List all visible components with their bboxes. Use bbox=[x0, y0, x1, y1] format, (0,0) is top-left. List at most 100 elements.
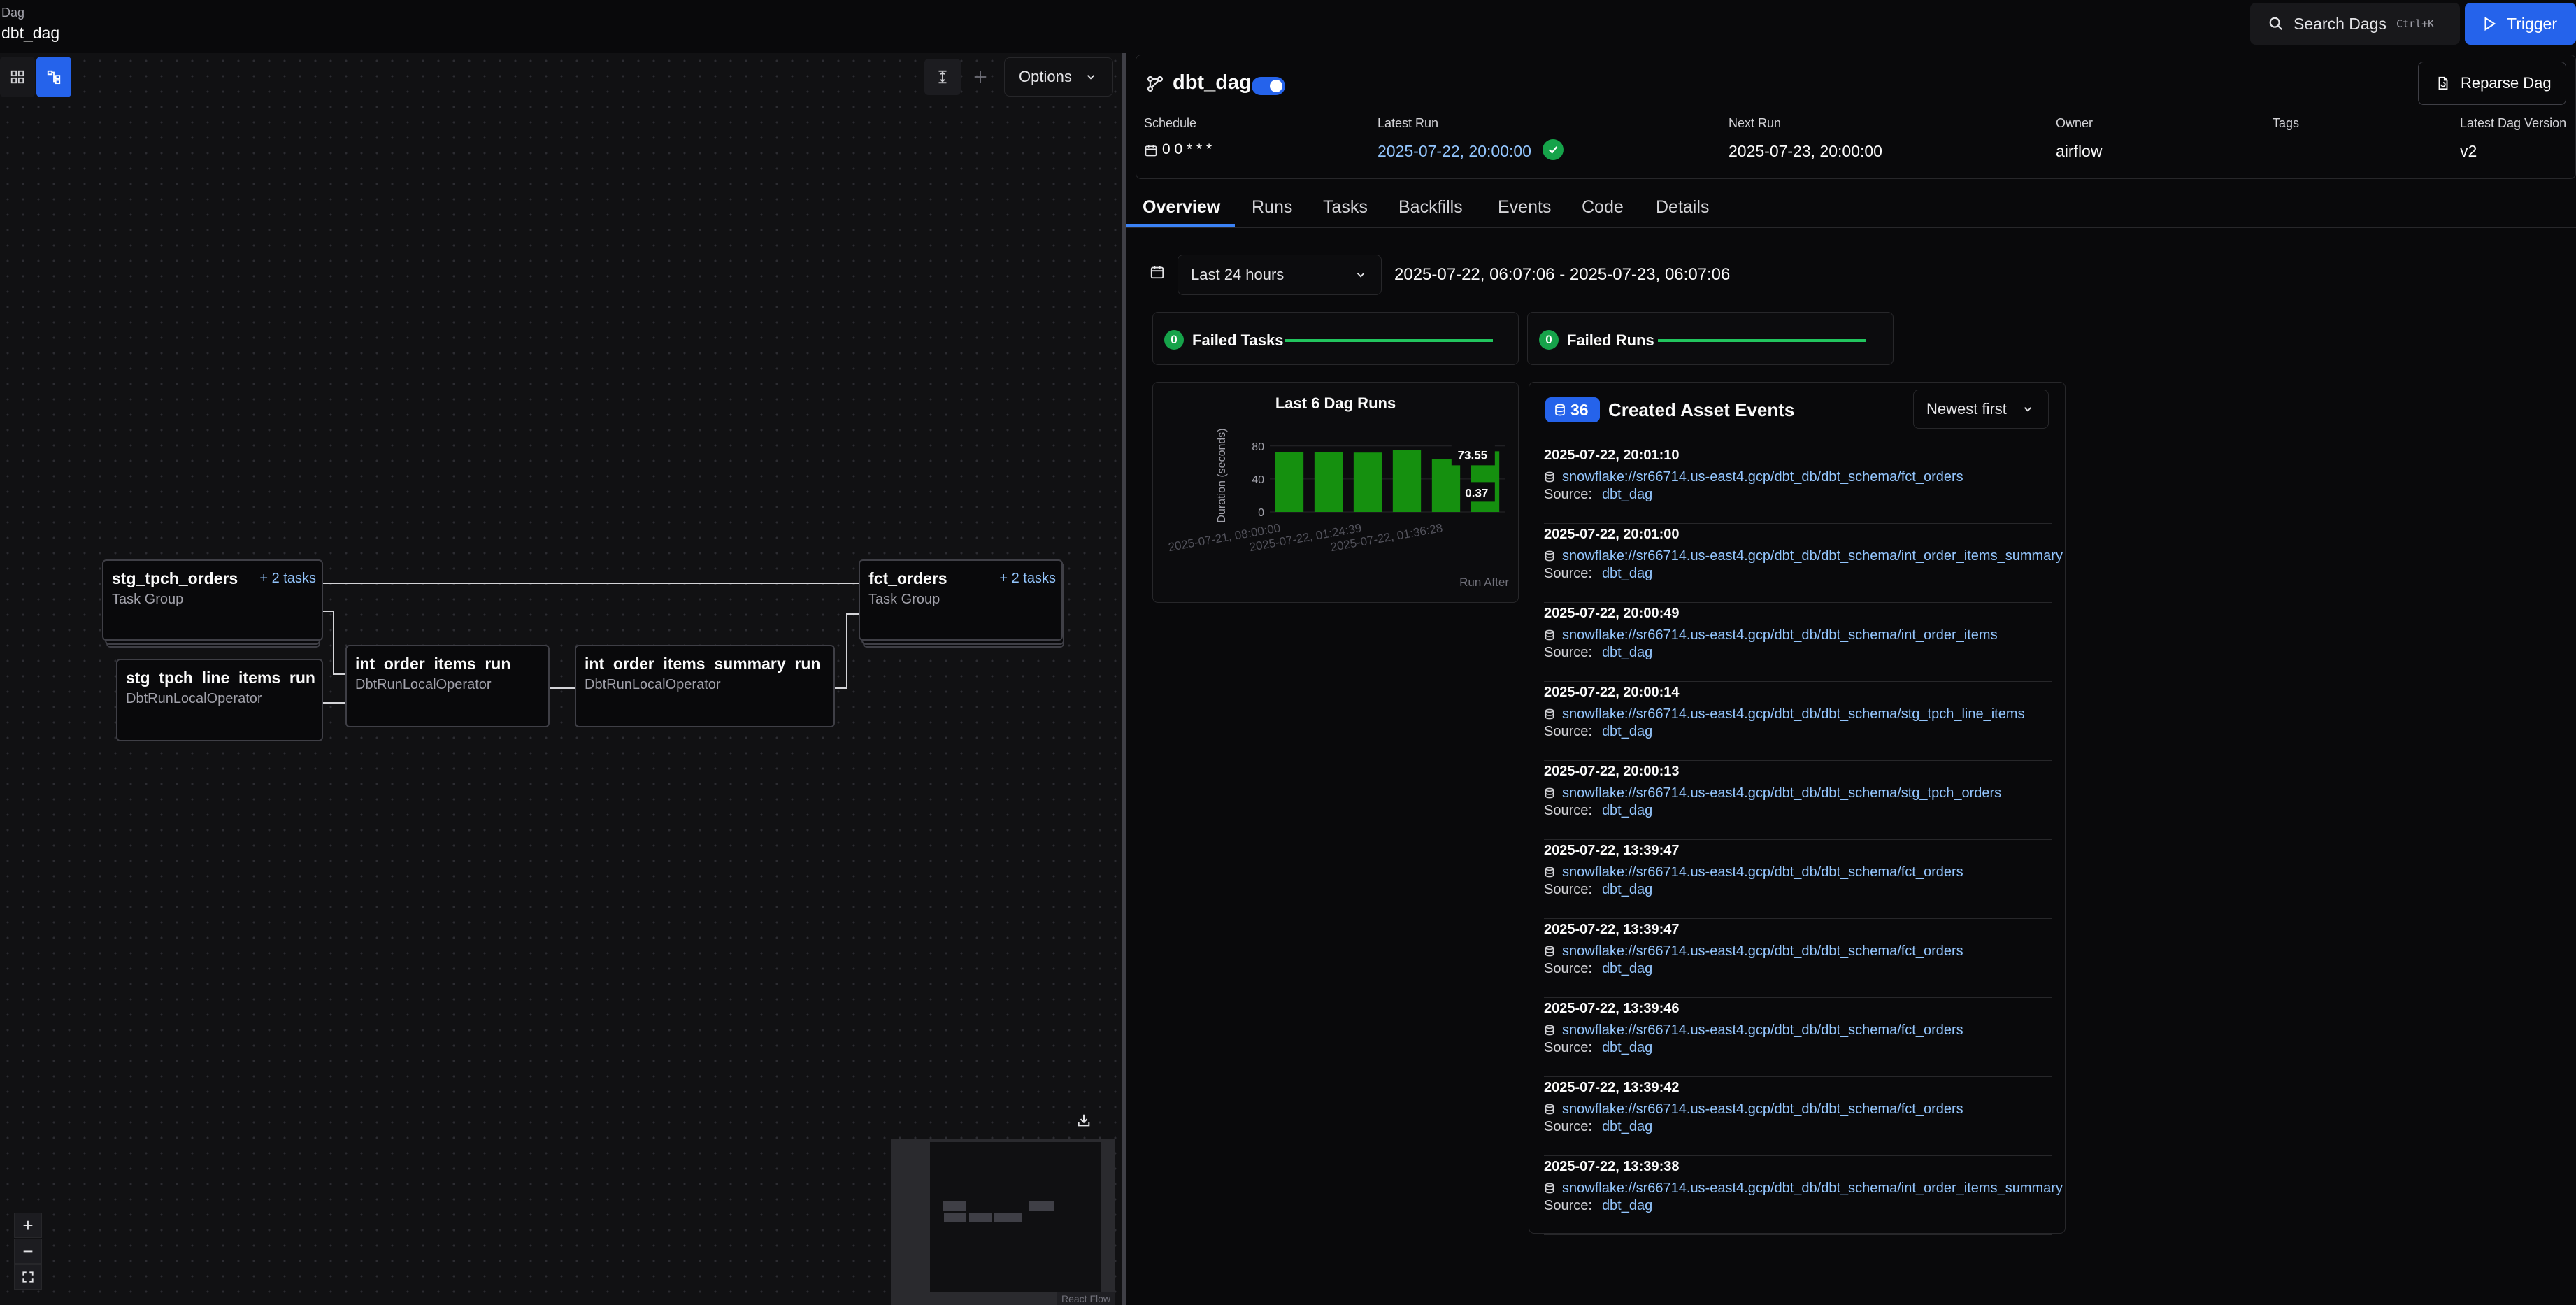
node-int-order-items-run[interactable]: int_order_items_run DbtRunLocalOperator bbox=[345, 645, 550, 727]
asset-uri[interactable]: snowflake://sr66714.us-east4.gcp/dbt_db/… bbox=[1562, 1022, 1963, 1039]
graph-view-button[interactable] bbox=[36, 57, 71, 97]
source-dag-link[interactable]: dbt_dag bbox=[1602, 566, 1652, 581]
zoom-out-button[interactable]: − bbox=[14, 1239, 42, 1264]
failed-tasks-card[interactable]: 0 Failed Tasks bbox=[1152, 312, 1519, 365]
asset-uri[interactable]: snowflake://sr66714.us-east4.gcp/dbt_db/… bbox=[1562, 785, 2001, 801]
latest-run-link[interactable]: 2025-07-22, 20:00:00 bbox=[1378, 142, 1531, 161]
asset-uri-link[interactable]: snowflake://sr66714.us-east4.gcp/dbt_db/… bbox=[1544, 1099, 2052, 1119]
chart-bar bbox=[1353, 452, 1382, 512]
asset-uri-link[interactable]: snowflake://sr66714.us-east4.gcp/dbt_db/… bbox=[1544, 1020, 2052, 1040]
database-icon bbox=[1545, 1183, 1554, 1194]
tab-overview[interactable]: Overview bbox=[1143, 197, 1220, 218]
node-type: DbtRunLocalOperator bbox=[355, 677, 492, 692]
asset-uri[interactable]: snowflake://sr66714.us-east4.gcp/dbt_db/… bbox=[1562, 943, 1963, 960]
search-dags-button[interactable]: Search Dags Ctrl+K bbox=[2250, 3, 2460, 45]
failed-runs-card[interactable]: 0 Failed Runs bbox=[1527, 312, 1894, 365]
tab-events[interactable]: Events bbox=[1498, 197, 1551, 218]
asset-uri-link[interactable]: snowflake://sr66714.us-east4.gcp/dbt_db/… bbox=[1544, 625, 2052, 645]
failed-runs-label: Failed Runs bbox=[1567, 331, 1654, 349]
breadcrumb-section[interactable]: Dag bbox=[1, 6, 24, 20]
asset-uri-link[interactable]: snowflake://sr66714.us-east4.gcp/dbt_db/… bbox=[1544, 862, 2052, 882]
edge-line-items-to-int bbox=[323, 702, 345, 704]
download-icon bbox=[1078, 1114, 1090, 1127]
next-run-label: Next Run bbox=[1729, 116, 1782, 130]
asset-uri[interactable]: snowflake://sr66714.us-east4.gcp/dbt_db/… bbox=[1562, 1181, 2063, 1197]
asset-uri[interactable]: snowflake://sr66714.us-east4.gcp/dbt_db/… bbox=[1562, 706, 2025, 722]
options-button[interactable]: Options bbox=[1004, 57, 1113, 97]
pause-toggle[interactable] bbox=[1252, 77, 1285, 95]
zoom-in-label: + bbox=[22, 1214, 34, 1236]
time-range-select[interactable]: Last 24 hours bbox=[1178, 255, 1382, 295]
react-flow-attribution[interactable]: React Flow bbox=[1057, 1292, 1115, 1305]
source-label: Source: bbox=[1544, 724, 1592, 739]
source-label: Source: bbox=[1544, 487, 1592, 502]
reparse-label: Reparse Dag bbox=[2461, 74, 2552, 92]
vertical-layout-button[interactable] bbox=[924, 59, 961, 95]
tab-details[interactable]: Details bbox=[1656, 197, 1709, 218]
horizontal-layout-button[interactable] bbox=[964, 59, 997, 95]
source-dag-link[interactable]: dbt_dag bbox=[1602, 1198, 1652, 1213]
move-icon bbox=[974, 71, 987, 83]
reparse-dag-button[interactable]: Reparse Dag bbox=[2418, 62, 2566, 105]
tab-tasks[interactable]: Tasks bbox=[1323, 197, 1368, 218]
expand-group-link[interactable]: + 2 tasks bbox=[259, 571, 316, 587]
version-value: v2 bbox=[2460, 142, 2477, 160]
asset-uri[interactable]: snowflake://sr66714.us-east4.gcp/dbt_db/… bbox=[1562, 864, 1963, 880]
source-dag-link[interactable]: dbt_dag bbox=[1602, 1119, 1652, 1134]
tab-backfills[interactable]: Backfills bbox=[1398, 197, 1463, 218]
tab-runs[interactable]: Runs bbox=[1252, 197, 1292, 218]
source-dag-link[interactable]: dbt_dag bbox=[1602, 724, 1652, 739]
y-tick-label: 0 bbox=[1258, 507, 1264, 519]
event-source: Source: dbt_dag bbox=[1544, 1198, 2052, 1218]
source-dag-link[interactable]: dbt_dag bbox=[1602, 1040, 1652, 1055]
event-timestamp: 2025-07-22, 20:00:13 bbox=[1544, 764, 1680, 779]
node-int-order-items-summary-run[interactable]: int_order_items_summary_run DbtRunLocalO… bbox=[575, 645, 835, 727]
owner-value[interactable]: airflow bbox=[2056, 142, 2102, 161]
source-dag-link[interactable]: dbt_dag bbox=[1602, 961, 1652, 976]
event-source: Source: dbt_dag bbox=[1544, 961, 2052, 980]
x-axis-label: Run After bbox=[1459, 576, 1509, 589]
owner-label: Owner bbox=[2056, 116, 2094, 130]
trigger-button[interactable]: Trigger bbox=[2465, 3, 2576, 45]
tab-code[interactable]: Code bbox=[1582, 197, 1624, 218]
y-tick-label: 80 bbox=[1252, 441, 1264, 453]
source-dag-link[interactable]: dbt_dag bbox=[1602, 803, 1652, 818]
chart-bar bbox=[1431, 459, 1461, 512]
sort-order-select[interactable]: Newest first bbox=[1913, 390, 2049, 429]
edge-to-fct bbox=[846, 613, 859, 615]
failed-runs-sparkline bbox=[1658, 339, 1866, 342]
asset-uri-link[interactable]: snowflake://sr66714.us-east4.gcp/dbt_db/… bbox=[1544, 783, 2052, 803]
asset-uri-link[interactable]: snowflake://sr66714.us-east4.gcp/dbt_db/… bbox=[1544, 704, 2052, 724]
calendar-icon bbox=[1145, 145, 1157, 157]
zoom-in-button[interactable]: + bbox=[14, 1213, 42, 1238]
grid-view-button[interactable] bbox=[0, 57, 35, 97]
asset-uri-link[interactable]: snowflake://sr66714.us-east4.gcp/dbt_db/… bbox=[1544, 546, 2063, 566]
minimap-node bbox=[943, 1201, 966, 1211]
asset-uri[interactable]: snowflake://sr66714.us-east4.gcp/dbt_db/… bbox=[1562, 548, 2063, 564]
asset-uri-link[interactable]: snowflake://sr66714.us-east4.gcp/dbt_db/… bbox=[1544, 941, 2052, 961]
source-dag-link[interactable]: dbt_dag bbox=[1602, 882, 1652, 897]
node-stg-tpch-orders[interactable]: stg_tpch_orders Task Group + 2 tasks bbox=[102, 559, 323, 641]
asset-uri-link[interactable]: snowflake://sr66714.us-east4.gcp/dbt_db/… bbox=[1544, 467, 2052, 487]
download-image-button[interactable] bbox=[1073, 1109, 1095, 1132]
event-timestamp: 2025-07-22, 20:01:00 bbox=[1544, 527, 1680, 542]
expand-group-link[interactable]: + 2 tasks bbox=[999, 571, 1056, 587]
asset-uri[interactable]: snowflake://sr66714.us-east4.gcp/dbt_db/… bbox=[1562, 469, 1963, 485]
node-name: stg_tpch_orders bbox=[112, 569, 238, 587]
node-fct-orders[interactable]: fct_orders Task Group + 2 tasks bbox=[859, 559, 1063, 641]
asset-uri[interactable]: snowflake://sr66714.us-east4.gcp/dbt_db/… bbox=[1562, 627, 1998, 643]
database-icon bbox=[1545, 867, 1554, 878]
fit-view-button[interactable] bbox=[14, 1264, 42, 1290]
event-source: Source: dbt_dag bbox=[1544, 1040, 2052, 1060]
options-label: Options bbox=[1019, 68, 1072, 85]
edge-orders-in bbox=[323, 611, 334, 612]
events-title: Created Asset Events bbox=[1608, 399, 1795, 420]
minimap-node bbox=[994, 1213, 1022, 1222]
event-timestamp: 2025-07-22, 13:39:47 bbox=[1544, 843, 1680, 858]
events-count: 36 bbox=[1570, 400, 1589, 419]
source-dag-link[interactable]: dbt_dag bbox=[1602, 487, 1652, 502]
node-stg-tpch-line-items-run[interactable]: stg_tpch_line_items_run DbtRunLocalOpera… bbox=[116, 659, 323, 741]
asset-uri-link[interactable]: snowflake://sr66714.us-east4.gcp/dbt_db/… bbox=[1544, 1178, 2063, 1198]
source-dag-link[interactable]: dbt_dag bbox=[1602, 645, 1652, 660]
asset-uri[interactable]: snowflake://sr66714.us-east4.gcp/dbt_db/… bbox=[1562, 1101, 1963, 1118]
